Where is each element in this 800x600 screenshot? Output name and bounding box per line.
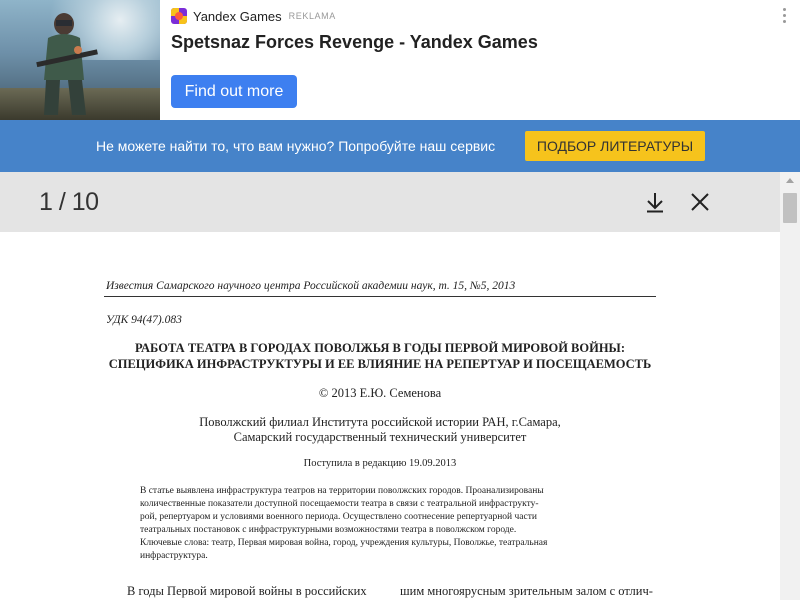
find-out-more-button[interactable]: Find out more [171,75,297,108]
body-text-right-column: шим многоярусным зрительным залом с отли… [400,584,653,598]
journal-header: Известия Самарского научного центра Росс… [106,280,516,292]
download-icon[interactable] [644,191,666,213]
document-page: Известия Самарского научного центра Росс… [0,232,780,600]
received-date: Поступила в редакцию 19.09.2013 [303,458,457,469]
header-rule [104,296,656,297]
author-affiliation: Поволжский филиал Института российской и… [100,415,660,445]
ad-image[interactable] [0,0,160,120]
scroll-up-arrow-icon[interactable] [780,172,800,189]
ad-banner[interactable]: Yandex Games REKLAMA Spetsnaz Forces Rev… [0,0,800,120]
article-title-line: СПЕЦИФИКА ИНФРАСТРУКТУРЫ И ЕЕ ВЛИЯНИЕ НА… [108,357,652,371]
ad-brand-name: Yandex Games [193,8,282,24]
abstract-line: Ключевые слова: театр, Первая мировая во… [140,538,548,548]
page-indicator: 1 / 10 [39,188,99,216]
udk-code: УДК 94(47).083 [106,314,182,326]
copyright-author: © 2013 Е.Ю. Семенова [318,386,442,400]
close-icon[interactable] [689,191,711,213]
promo-text: Не можете найти то, что вам нужно? Попро… [96,138,496,154]
abstract-line: количественные показатели доступной посе… [140,499,539,509]
body-text-left-column: В годы Первой мировой войны в российских [127,584,367,598]
promo-bar: Не можете найти то, что вам нужно? Попро… [0,120,800,172]
abstract-line: театральных постановок с инфраструктурны… [140,525,517,535]
viewer-toolbar: 1 / 10 [0,172,780,232]
abstract-line: инфраструктура. [140,551,208,561]
ad-title[interactable]: Spetsnaz Forces Revenge - Yandex Games [171,32,538,53]
ad-brand: Yandex Games REKLAMA [171,8,336,24]
yandex-games-logo-icon [171,8,187,24]
literature-selection-button[interactable]: ПОДБОР ЛИТЕРАТУРЫ [525,131,705,161]
ad-label: REKLAMA [288,11,336,21]
article-title-line: РАБОТА ТЕАТРА В ГОРОДАХ ПОВОЛЖЬЯ В ГОДЫ … [134,341,625,355]
more-options-icon[interactable] [779,8,789,24]
soldier-illustration [36,13,98,115]
abstract-line: В статье выявлена инфраструктура театров… [140,486,544,496]
article-title: РАБОТА ТЕАТРА В ГОРОДАХ ПОВОЛЖЬЯ В ГОДЫ … [100,340,660,372]
affiliation-line: Поволжский филиал Института российской и… [199,415,561,429]
scrollbar[interactable] [780,172,800,600]
scrollbar-thumb[interactable] [783,193,797,223]
abstract-line: рой, репертуаром и условиями военного пе… [140,512,537,522]
abstract: В статье выявлена инфраструктура театров… [140,485,624,563]
affiliation-line: Самарский государственный технический ун… [233,430,527,444]
